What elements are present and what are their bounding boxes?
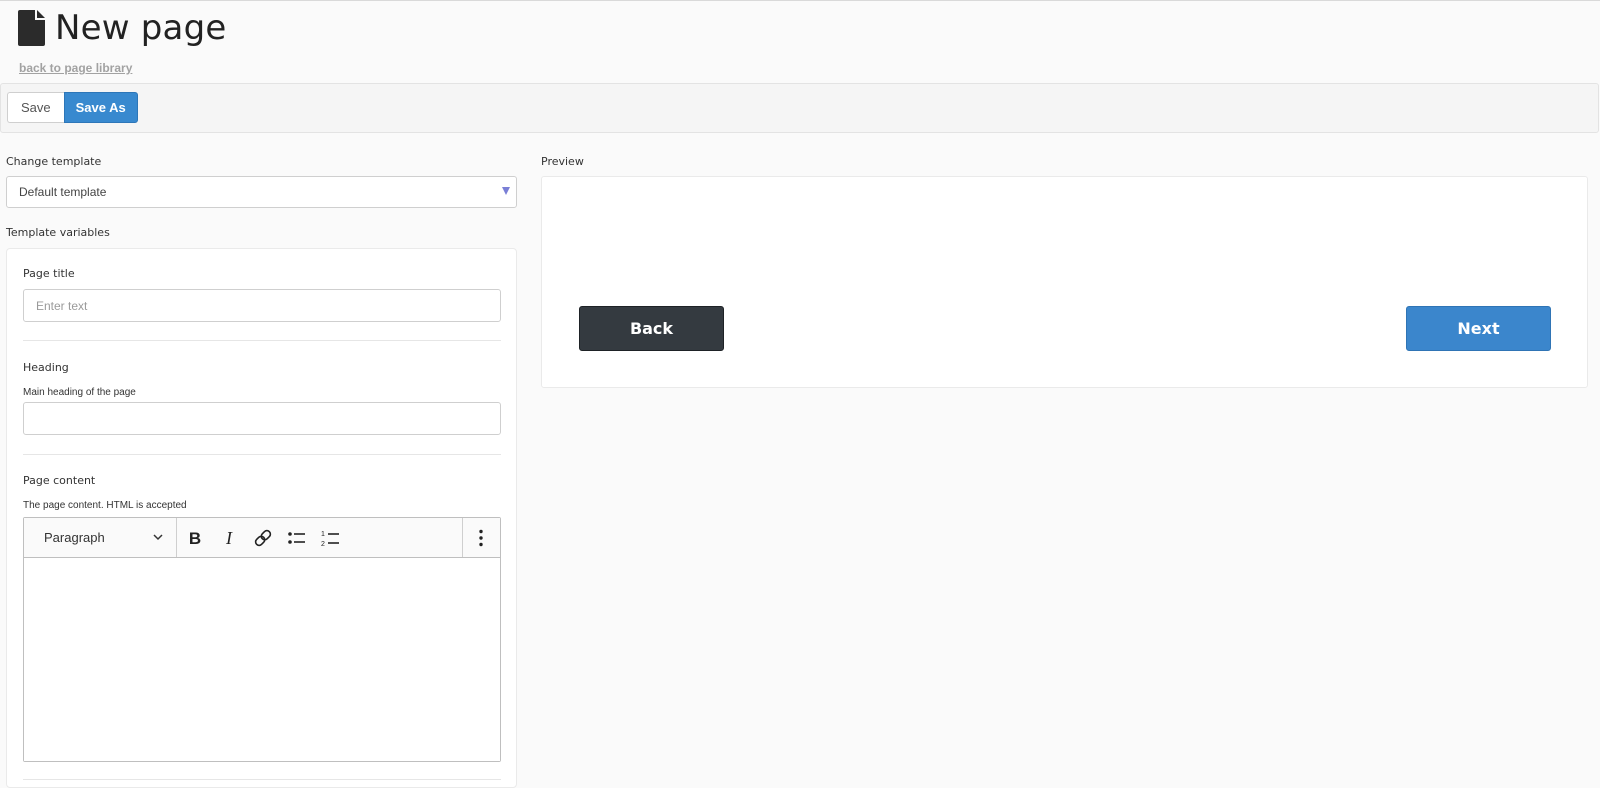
svg-text:1: 1 xyxy=(321,531,325,538)
next-button[interactable]: Next xyxy=(1406,306,1551,351)
editor-content-area[interactable] xyxy=(24,558,500,761)
more-options-button[interactable] xyxy=(466,523,496,553)
back-button[interactable]: Back xyxy=(579,306,724,351)
template-select-value: Default template xyxy=(19,185,107,199)
toolbar-separator xyxy=(462,518,463,557)
numbered-list-button[interactable]: 1 2 xyxy=(316,523,346,553)
save-button[interactable]: Save xyxy=(7,92,64,123)
page-title-label: Page title xyxy=(23,267,75,280)
numbered-list-icon: 1 2 xyxy=(321,531,339,548)
back-to-library-link[interactable]: back to page library xyxy=(19,61,132,75)
preview-panel: Back Next xyxy=(541,176,1588,388)
link-button[interactable] xyxy=(248,523,278,553)
svg-text:2: 2 xyxy=(321,541,325,548)
svg-text:B: B xyxy=(189,529,201,548)
chevron-down-icon xyxy=(153,534,163,541)
template-variables-panel: Page title Heading Main heading of the p… xyxy=(6,248,517,788)
page-title-input[interactable] xyxy=(23,289,501,322)
page-title: New page xyxy=(55,8,227,48)
rich-text-editor: Paragraph B I 1 2 xyxy=(23,517,501,762)
bold-icon: B xyxy=(189,529,201,548)
change-template-label: Change template xyxy=(6,155,102,168)
dropdown-caret-icon xyxy=(502,187,510,195)
link-icon xyxy=(254,529,272,547)
italic-icon: I xyxy=(225,528,233,548)
svg-text:I: I xyxy=(225,528,233,548)
save-button-group: Save Save As xyxy=(7,92,138,123)
page-content-label: Page content xyxy=(23,474,96,487)
save-as-button[interactable]: Save As xyxy=(63,92,138,123)
bold-button[interactable]: B xyxy=(180,523,210,553)
divider xyxy=(23,454,501,455)
editor-toolbar: Paragraph B I 1 2 xyxy=(24,518,500,558)
block-format-value: Paragraph xyxy=(44,530,105,545)
template-select[interactable]: Default template xyxy=(6,176,517,208)
page-header: New page xyxy=(18,8,226,48)
template-variables-label: Template variables xyxy=(6,226,110,239)
heading-label: Heading xyxy=(23,361,69,374)
divider xyxy=(23,340,501,341)
heading-help-text: Main heading of the page xyxy=(23,387,136,398)
action-toolbar: Save Save As xyxy=(0,83,1599,133)
preview-label: Preview xyxy=(541,155,584,168)
top-border xyxy=(0,0,1600,1)
bulleted-list-icon xyxy=(288,532,305,544)
bulleted-list-button[interactable] xyxy=(282,523,312,553)
page-content-help-text: The page content. HTML is accepted xyxy=(23,500,187,511)
italic-button[interactable]: I xyxy=(214,523,244,553)
block-format-dropdown[interactable]: Paragraph xyxy=(24,518,177,557)
document-icon xyxy=(18,10,45,46)
more-options-icon xyxy=(479,529,483,547)
divider xyxy=(23,779,501,780)
title-row: New page xyxy=(18,8,226,48)
heading-input[interactable] xyxy=(23,402,501,435)
